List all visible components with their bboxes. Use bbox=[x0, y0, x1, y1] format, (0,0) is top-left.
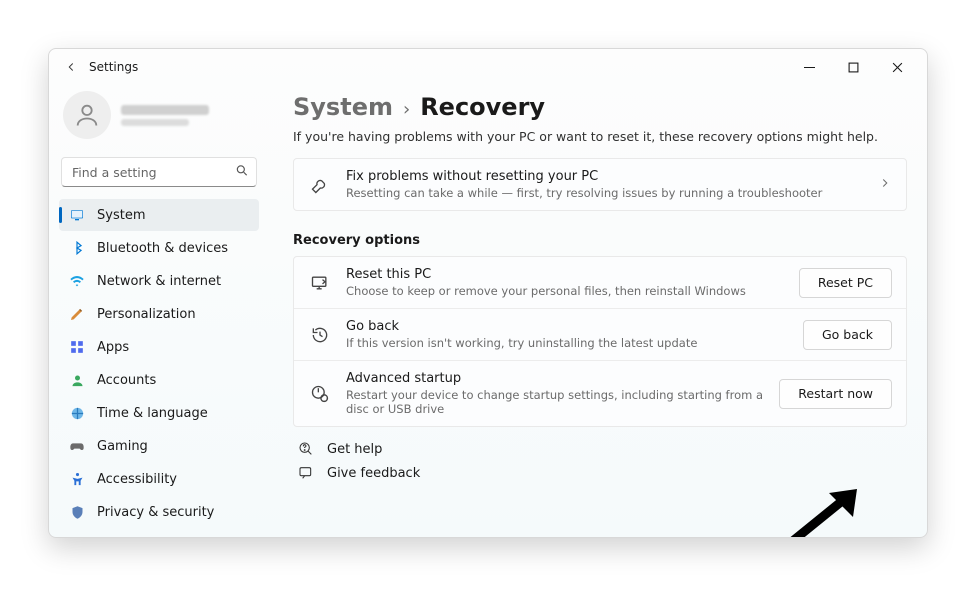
profile-text bbox=[121, 105, 209, 126]
give-feedback-link[interactable]: Give feedback bbox=[293, 465, 907, 481]
sidebar-item-label: Gaming bbox=[97, 439, 148, 454]
row-advanced-startup: Advanced startup Restart your device to … bbox=[294, 360, 906, 426]
apps-icon bbox=[69, 339, 85, 355]
breadcrumb-parent[interactable]: System bbox=[293, 93, 393, 121]
card-title: Fix problems without resetting your PC bbox=[346, 169, 878, 184]
sidebar-item-label: Privacy & security bbox=[97, 505, 214, 520]
sidebar-item-privacy[interactable]: Privacy & security bbox=[59, 496, 259, 528]
feedback-icon bbox=[297, 465, 315, 481]
sidebar-item-accounts[interactable]: Accounts bbox=[59, 364, 259, 396]
power-gear-icon bbox=[308, 384, 332, 404]
row-title: Advanced startup bbox=[346, 371, 779, 386]
sidebar-item-label: Accessibility bbox=[97, 472, 177, 487]
history-icon bbox=[308, 325, 332, 345]
minimize-icon bbox=[804, 62, 815, 73]
accounts-icon bbox=[69, 372, 85, 388]
chevron-right-icon: › bbox=[403, 99, 410, 120]
titlebar: Settings bbox=[49, 49, 927, 85]
reset-icon bbox=[308, 273, 332, 293]
close-icon bbox=[892, 62, 903, 73]
nav-list: System Bluetooth & devices Network & int… bbox=[59, 199, 259, 538]
sidebar-item-label: Network & internet bbox=[97, 274, 221, 289]
row-title: Go back bbox=[346, 319, 803, 334]
bluetooth-icon bbox=[69, 240, 85, 256]
section-heading: Recovery options bbox=[293, 233, 907, 248]
sidebar-item-personalization[interactable]: Personalization bbox=[59, 298, 259, 330]
search-icon bbox=[235, 163, 249, 182]
search-box[interactable] bbox=[61, 157, 257, 187]
minimize-button[interactable] bbox=[787, 51, 831, 83]
close-button[interactable] bbox=[875, 51, 919, 83]
globe-clock-icon bbox=[69, 405, 85, 421]
paintbrush-icon bbox=[69, 306, 85, 322]
sidebar: System Bluetooth & devices Network & int… bbox=[49, 85, 265, 537]
sidebar-item-bluetooth[interactable]: Bluetooth & devices bbox=[59, 232, 259, 264]
main-content: System › Recovery If you're having probl… bbox=[265, 85, 927, 537]
arrow-left-icon bbox=[64, 60, 78, 74]
row-reset-pc: Reset this PC Choose to keep or remove y… bbox=[294, 257, 906, 308]
avatar bbox=[63, 91, 111, 139]
row-desc: Choose to keep or remove your personal f… bbox=[346, 284, 799, 298]
sidebar-item-label: Apps bbox=[97, 340, 129, 355]
row-desc: Restart your device to change startup se… bbox=[346, 388, 779, 416]
footer-links: Get help Give feedback bbox=[293, 441, 907, 481]
sidebar-item-network[interactable]: Network & internet bbox=[59, 265, 259, 297]
sidebar-item-label: Bluetooth & devices bbox=[97, 241, 228, 256]
sidebar-item-accessibility[interactable]: Accessibility bbox=[59, 463, 259, 495]
sidebar-item-time-language[interactable]: Time & language bbox=[59, 397, 259, 429]
sidebar-item-system[interactable]: System bbox=[59, 199, 259, 231]
restart-now-button[interactable]: Restart now bbox=[779, 379, 892, 409]
profile-block[interactable] bbox=[59, 85, 259, 153]
sidebar-item-apps[interactable]: Apps bbox=[59, 331, 259, 363]
page-intro: If you're having problems with your PC o… bbox=[293, 129, 907, 144]
maximize-button[interactable] bbox=[831, 51, 875, 83]
recovery-options-group: Reset this PC Choose to keep or remove y… bbox=[293, 256, 907, 427]
back-button[interactable] bbox=[57, 53, 85, 81]
sidebar-item-windows-update[interactable]: Windows Update bbox=[59, 529, 259, 538]
breadcrumb-current: Recovery bbox=[420, 93, 545, 121]
shield-icon bbox=[69, 504, 85, 520]
sidebar-item-label: Personalization bbox=[97, 307, 196, 322]
sidebar-item-gaming[interactable]: Gaming bbox=[59, 430, 259, 462]
row-title: Reset this PC bbox=[346, 267, 799, 282]
sidebar-item-label: System bbox=[97, 208, 145, 223]
settings-window: Settings bbox=[48, 48, 928, 538]
wrench-icon bbox=[308, 175, 332, 195]
search-input[interactable] bbox=[61, 157, 257, 187]
chevron-right-icon bbox=[878, 175, 892, 194]
wifi-icon bbox=[69, 273, 85, 289]
app-title: Settings bbox=[89, 60, 138, 74]
window-controls bbox=[787, 51, 919, 83]
fix-problems-card[interactable]: Fix problems without resetting your PC R… bbox=[293, 158, 907, 211]
link-label: Give feedback bbox=[327, 466, 420, 481]
sidebar-item-label: Time & language bbox=[97, 406, 208, 421]
person-icon bbox=[73, 101, 101, 129]
link-label: Get help bbox=[327, 442, 382, 457]
maximize-icon bbox=[848, 62, 859, 73]
update-icon bbox=[69, 537, 85, 538]
gaming-icon bbox=[69, 438, 85, 454]
sidebar-item-label: Windows Update bbox=[97, 538, 206, 539]
go-back-button[interactable]: Go back bbox=[803, 320, 892, 350]
row-desc: If this version isn't working, try unins… bbox=[346, 336, 803, 350]
get-help-link[interactable]: Get help bbox=[293, 441, 907, 457]
card-desc: Resetting can take a while — first, try … bbox=[346, 186, 878, 200]
help-icon bbox=[297, 441, 315, 457]
accessibility-icon bbox=[69, 471, 85, 487]
system-icon bbox=[69, 207, 85, 223]
reset-pc-button[interactable]: Reset PC bbox=[799, 268, 892, 298]
breadcrumb: System › Recovery bbox=[293, 93, 907, 121]
row-go-back: Go back If this version isn't working, t… bbox=[294, 308, 906, 360]
sidebar-item-label: Accounts bbox=[97, 373, 156, 388]
